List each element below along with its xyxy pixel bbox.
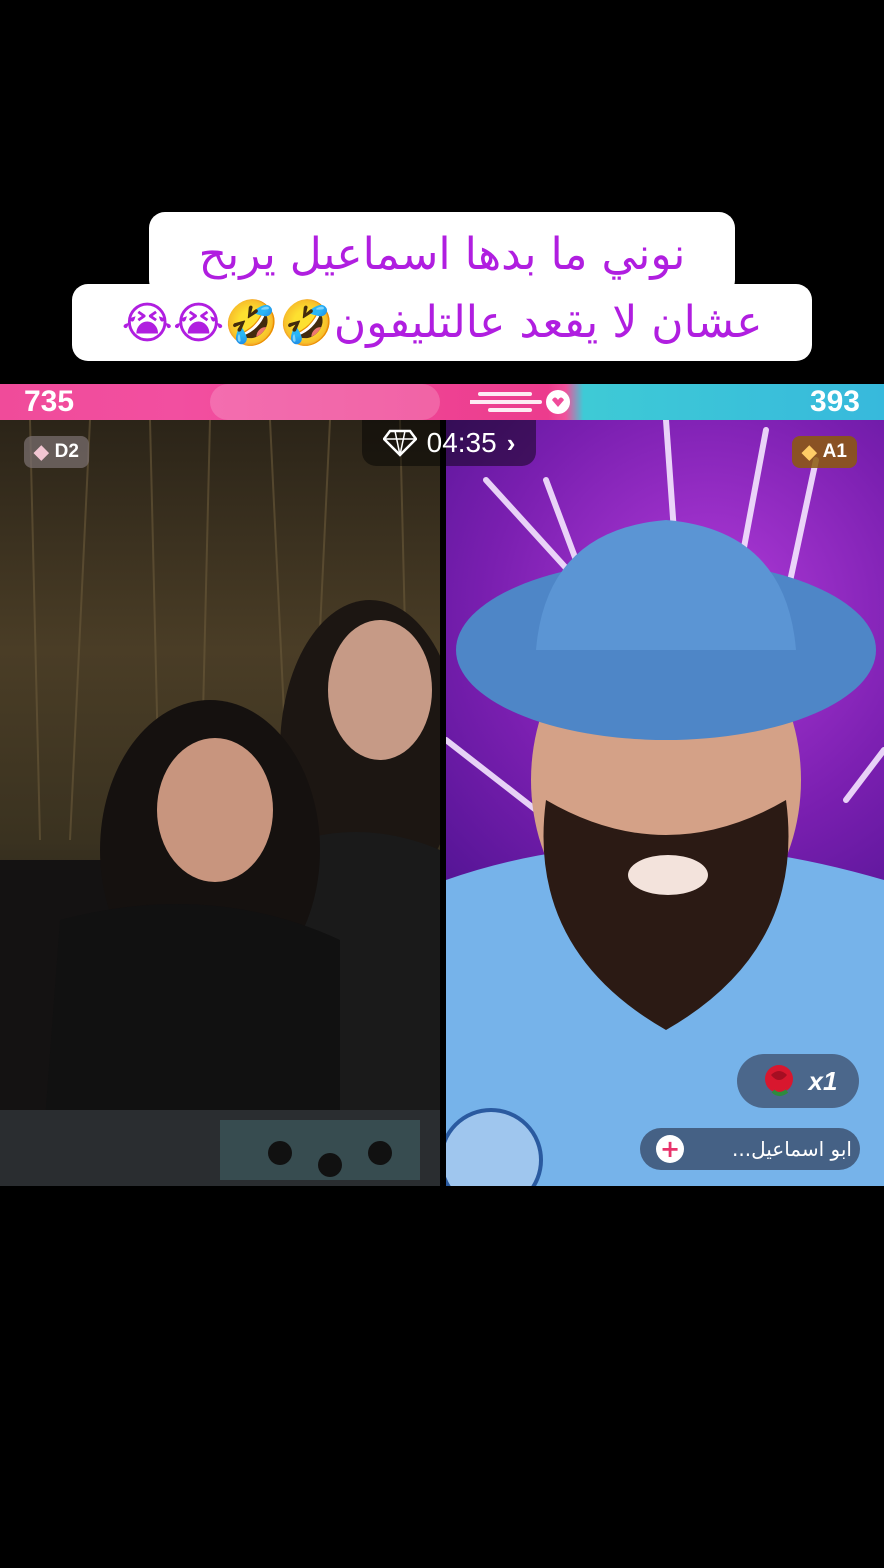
host-name-pill[interactable]: ابو اسماعيل... + bbox=[640, 1128, 860, 1170]
left-score: 735 bbox=[24, 385, 75, 418]
left-scene-illustration bbox=[0, 420, 440, 1186]
diamond-icon: ◆ bbox=[34, 441, 49, 463]
score-bar-highlight bbox=[210, 384, 440, 420]
caption-emoji: 🤣🤣😭😭 bbox=[121, 297, 334, 349]
chevron-right-icon: › bbox=[506, 427, 516, 458]
right-score: 393 bbox=[809, 385, 860, 418]
left-rank-label: D2 bbox=[54, 441, 79, 462]
gift-count: x1 bbox=[808, 1065, 838, 1096]
host-name: ابو اسماعيل... bbox=[732, 1137, 852, 1161]
gift-counter: x1 bbox=[737, 1054, 859, 1108]
caption-line-2: عشان لا يقعد عالتليفون 🤣🤣😭😭 bbox=[72, 284, 812, 361]
caption-line-2-text: عشان لا يقعد عالتليفون bbox=[333, 297, 763, 348]
timer-value: 04:35 bbox=[426, 427, 497, 458]
left-rank-badge: ◆ D2 bbox=[24, 436, 89, 468]
follow-plus-button[interactable]: + bbox=[656, 1135, 684, 1163]
battle-score-bar: 735 393 bbox=[0, 384, 884, 420]
gem-icon bbox=[382, 429, 417, 457]
right-rank-label: A1 bbox=[822, 441, 847, 462]
right-rank-badge: ◆ A1 bbox=[792, 436, 857, 468]
diamond-icon: ◆ bbox=[802, 441, 817, 463]
left-stream-video[interactable] bbox=[0, 420, 440, 1186]
caption-line-1-text: نوني ما بدها اسماعيل يربح bbox=[198, 228, 686, 280]
battle-timer[interactable]: 04:35 › bbox=[362, 420, 536, 466]
rose-icon bbox=[764, 1065, 793, 1096]
vs-spark-icon bbox=[470, 390, 570, 414]
